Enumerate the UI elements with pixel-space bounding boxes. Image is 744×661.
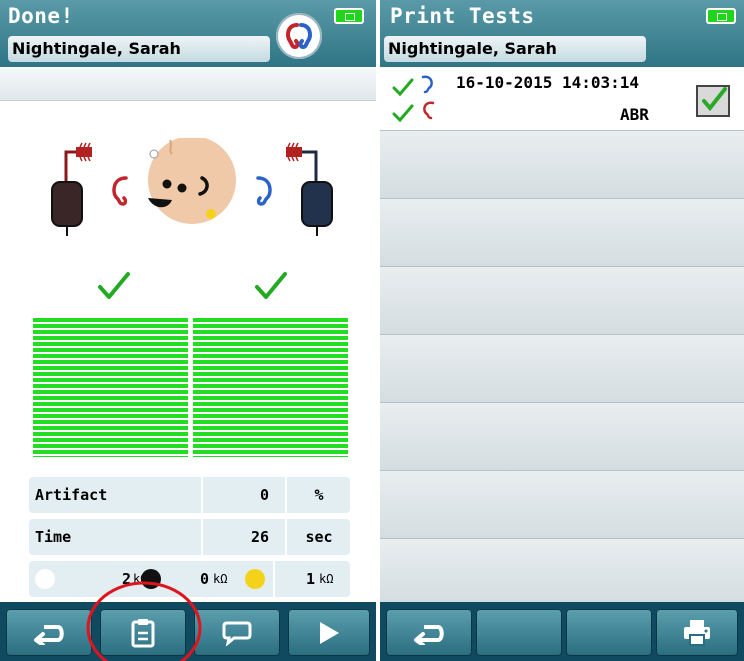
impedance-yellow-unit: kΩ xyxy=(319,572,334,586)
time-label: Time xyxy=(35,528,72,546)
checkmark-icon xyxy=(702,87,727,112)
baby-face-icon xyxy=(148,138,236,224)
patient-name-field[interactable]: Nightingale, Sarah xyxy=(8,36,270,62)
back-icon xyxy=(414,624,444,645)
left-ear-icon-small xyxy=(423,101,435,120)
print-icon xyxy=(684,619,710,646)
left-ear-icon xyxy=(112,176,128,206)
test-type: ABR xyxy=(620,105,649,124)
pass-check-icon xyxy=(392,78,414,97)
left-ear-progress-bar xyxy=(33,318,188,457)
test-result-screen: Done! Nightingale, Sarah Artifact 0 % Ti… xyxy=(0,0,376,661)
ears-logo-icon xyxy=(276,13,322,59)
print-tests-screen: Print Tests Nightingale, Sarah 16-10-201… xyxy=(380,0,744,661)
right-ear-icon-small xyxy=(421,75,433,94)
back-button-right[interactable] xyxy=(386,609,472,656)
header-bar: Done! Nightingale, Sarah xyxy=(0,0,376,67)
time-row: Time 26 sec xyxy=(29,519,350,555)
yellow-electrode-icon xyxy=(245,569,265,589)
battery-icon-right xyxy=(706,8,736,24)
artifact-unit: % xyxy=(314,486,324,504)
play-button[interactable] xyxy=(288,609,370,656)
test-datetime: 16-10-2015 14:03:14 xyxy=(456,73,640,92)
test-list-item[interactable]: 16-10-2015 14:03:14 ABR xyxy=(380,67,744,131)
empty-toolbar-button[interactable] xyxy=(566,609,652,656)
impedance-yellow-value: 1 xyxy=(305,570,315,588)
header-bar-right: Print Tests Nightingale, Sarah xyxy=(380,0,744,67)
time-value: 26 xyxy=(250,528,269,546)
battery-icon xyxy=(334,8,364,24)
right-probe-icon xyxy=(286,142,333,236)
back-button[interactable] xyxy=(6,609,92,656)
empty-list-row xyxy=(380,471,744,539)
comment-icon xyxy=(222,621,252,646)
left-ear-pass-icon xyxy=(98,272,130,299)
right-ear-icon xyxy=(256,176,272,206)
screen-title: Done! xyxy=(8,4,74,28)
empty-toolbar-button[interactable] xyxy=(476,609,562,656)
left-probe-icon xyxy=(51,142,92,236)
highlight-circle xyxy=(86,581,202,661)
comment-button[interactable] xyxy=(194,609,280,656)
pass-check-icon xyxy=(392,104,414,123)
play-icon xyxy=(320,621,339,644)
info-strip xyxy=(0,67,376,101)
impedance-black-unit: kΩ xyxy=(213,572,228,586)
right-ear-progress-bar xyxy=(193,318,348,457)
back-icon xyxy=(34,624,64,645)
empty-list-row xyxy=(380,403,744,471)
empty-list-row xyxy=(380,267,744,335)
artifact-value: 0 xyxy=(259,486,269,504)
artifact-label: Artifact xyxy=(35,486,108,504)
white-electrode-icon xyxy=(35,569,55,589)
artifact-row: Artifact 0 % xyxy=(29,477,350,513)
select-checkbox[interactable] xyxy=(696,85,730,117)
empty-list-row xyxy=(380,539,744,603)
right-ear-pass-icon xyxy=(255,272,287,299)
empty-list-row xyxy=(380,335,744,403)
screen-title-right: Print Tests xyxy=(390,4,535,28)
print-button[interactable] xyxy=(656,609,738,656)
time-unit: sec xyxy=(305,528,333,546)
empty-list-row xyxy=(380,199,744,267)
patient-name-field-right[interactable]: Nightingale, Sarah xyxy=(384,36,646,62)
baby-with-probes-illustration xyxy=(51,138,333,236)
empty-list-row xyxy=(380,131,744,199)
bottom-toolbar-right xyxy=(380,602,744,661)
